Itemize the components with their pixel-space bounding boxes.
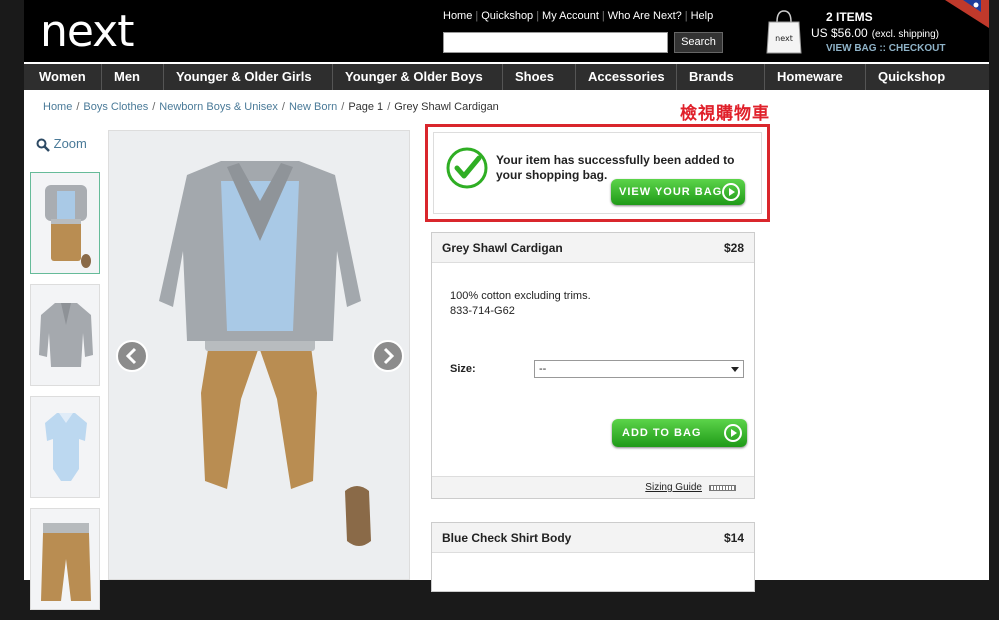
product-name: Grey Shawl Cardigan (442, 241, 563, 255)
add-to-bag-button[interactable]: ADD TO BAG (612, 419, 747, 447)
main-product-image[interactable] (108, 130, 410, 580)
nav-men[interactable]: Men (102, 64, 164, 90)
nav-brands[interactable]: Brands (677, 64, 765, 90)
product-price: $28 (723, 241, 744, 255)
zoom-button[interactable]: Zoom (36, 136, 87, 152)
breadcrumb-newborn[interactable]: Newborn Boys & Unisex (159, 101, 278, 113)
search-button[interactable]: Search (674, 32, 723, 53)
nav-quickshop[interactable]: Quickshop (866, 64, 965, 90)
link-who-are-next[interactable]: Who Are Next? (608, 10, 682, 22)
checkmark-icon (446, 147, 488, 189)
product-material: 100% cotton excluding trims. (450, 290, 591, 302)
breadcrumb-current: Grey Shawl Cardigan (394, 101, 499, 113)
view-your-bag-label: VIEW YOUR BAG (619, 186, 723, 198)
add-to-bag-label: ADD TO BAG (622, 427, 702, 439)
bag-logo-text: next (775, 34, 793, 43)
breadcrumb-home[interactable]: Home (43, 101, 72, 113)
product-code: 833-714-G62 (450, 305, 515, 317)
nav-accessories[interactable]: Accessories (576, 64, 677, 90)
product-panel-shirt-body: Blue Check Shirt Body $14 (431, 522, 755, 592)
search-input[interactable] (443, 32, 668, 53)
breadcrumb-page: Page 1 (348, 101, 384, 113)
magnifier-icon (36, 138, 50, 152)
product-price: $14 (723, 531, 744, 545)
breadcrumb: Home / Boys Clothes / Newborn Boys & Unisex /… (43, 101, 499, 113)
nav-shoes[interactable]: Shoes (503, 64, 576, 90)
shopping-bag-icon[interactable]: next (766, 8, 802, 54)
link-home[interactable]: Home (443, 10, 472, 22)
sizing-guide-link[interactable]: Sizing Guide (645, 482, 702, 493)
main-nav: Women Men Younger & Older Girls Younger … (24, 64, 989, 90)
link-help[interactable]: Help (691, 10, 714, 22)
nav-women[interactable]: Women (24, 64, 102, 90)
link-quickshop[interactable]: Quickshop (481, 10, 533, 22)
notice-panel: Your item has successfully been added to… (433, 132, 762, 214)
bag-item-count[interactable]: 2 ITEMS (826, 10, 873, 24)
breadcrumb-boys-clothes[interactable]: Boys Clothes (83, 101, 148, 113)
zoom-label: Zoom (53, 136, 87, 151)
chevron-right-icon (383, 347, 395, 365)
bag-price-note: (excl. shipping) (871, 29, 939, 40)
thumbnail-cardigan[interactable] (30, 284, 100, 386)
product-description: 100% cotton excluding trims. 833-714-G62 (450, 289, 591, 319)
product-name: Blue Check Shirt Body (442, 531, 572, 545)
size-label: Size: (450, 363, 476, 375)
country-flag-icon[interactable] (945, 0, 989, 28)
thumbnail-outfit[interactable] (30, 172, 100, 274)
product-header: Grey Shawl Cardigan $28 (432, 233, 754, 263)
nav-girls[interactable]: Younger & Older Girls (164, 64, 333, 90)
dropdown-arrow-icon (731, 367, 739, 372)
page: next Home | Quickshop | My Account | Who Are N… (24, 0, 989, 610)
thumbnail-list (30, 172, 100, 620)
thumbnail-shirt-body[interactable] (30, 396, 100, 498)
ruler-icon (709, 485, 736, 491)
link-my-account[interactable]: My Account (542, 10, 599, 22)
product-footer: Sizing Guide (432, 476, 754, 498)
prev-image-button[interactable] (116, 340, 148, 372)
top-links: Home | Quickshop | My Account | Who Are Next? |… (443, 10, 714, 22)
nav-homeware[interactable]: Homeware (765, 64, 866, 90)
bag-total: US $56.00 (excl. shipping) (811, 26, 939, 40)
chevron-left-icon (125, 347, 137, 365)
view-cart-annotation: 檢視購物車 (680, 104, 770, 123)
arrow-right-icon (724, 424, 742, 442)
view-bag-checkout-link[interactable]: VIEW BAG :: CHECKOUT (826, 43, 945, 54)
next-logo[interactable]: next (40, 6, 134, 57)
arrow-right-icon (722, 183, 740, 201)
size-select[interactable]: -- (534, 360, 744, 378)
next-image-button[interactable] (372, 340, 404, 372)
breadcrumb-new-born[interactable]: New Born (289, 101, 337, 113)
nav-boys[interactable]: Younger & Older Boys (333, 64, 503, 90)
thumbnail-trousers[interactable] (30, 508, 100, 610)
product-panel-cardigan: Grey Shawl Cardigan $28 100% cotton excl… (431, 232, 755, 499)
size-selected-value: -- (539, 363, 547, 375)
product-header: Blue Check Shirt Body $14 (432, 523, 754, 553)
bag-price-value: US $56.00 (811, 26, 868, 40)
view-your-bag-button[interactable]: VIEW YOUR BAG (611, 179, 745, 205)
top-bar: next Home | Quickshop | My Account | Who Are N… (24, 0, 989, 62)
added-to-bag-notice: Your item has successfully been added to… (425, 124, 770, 222)
